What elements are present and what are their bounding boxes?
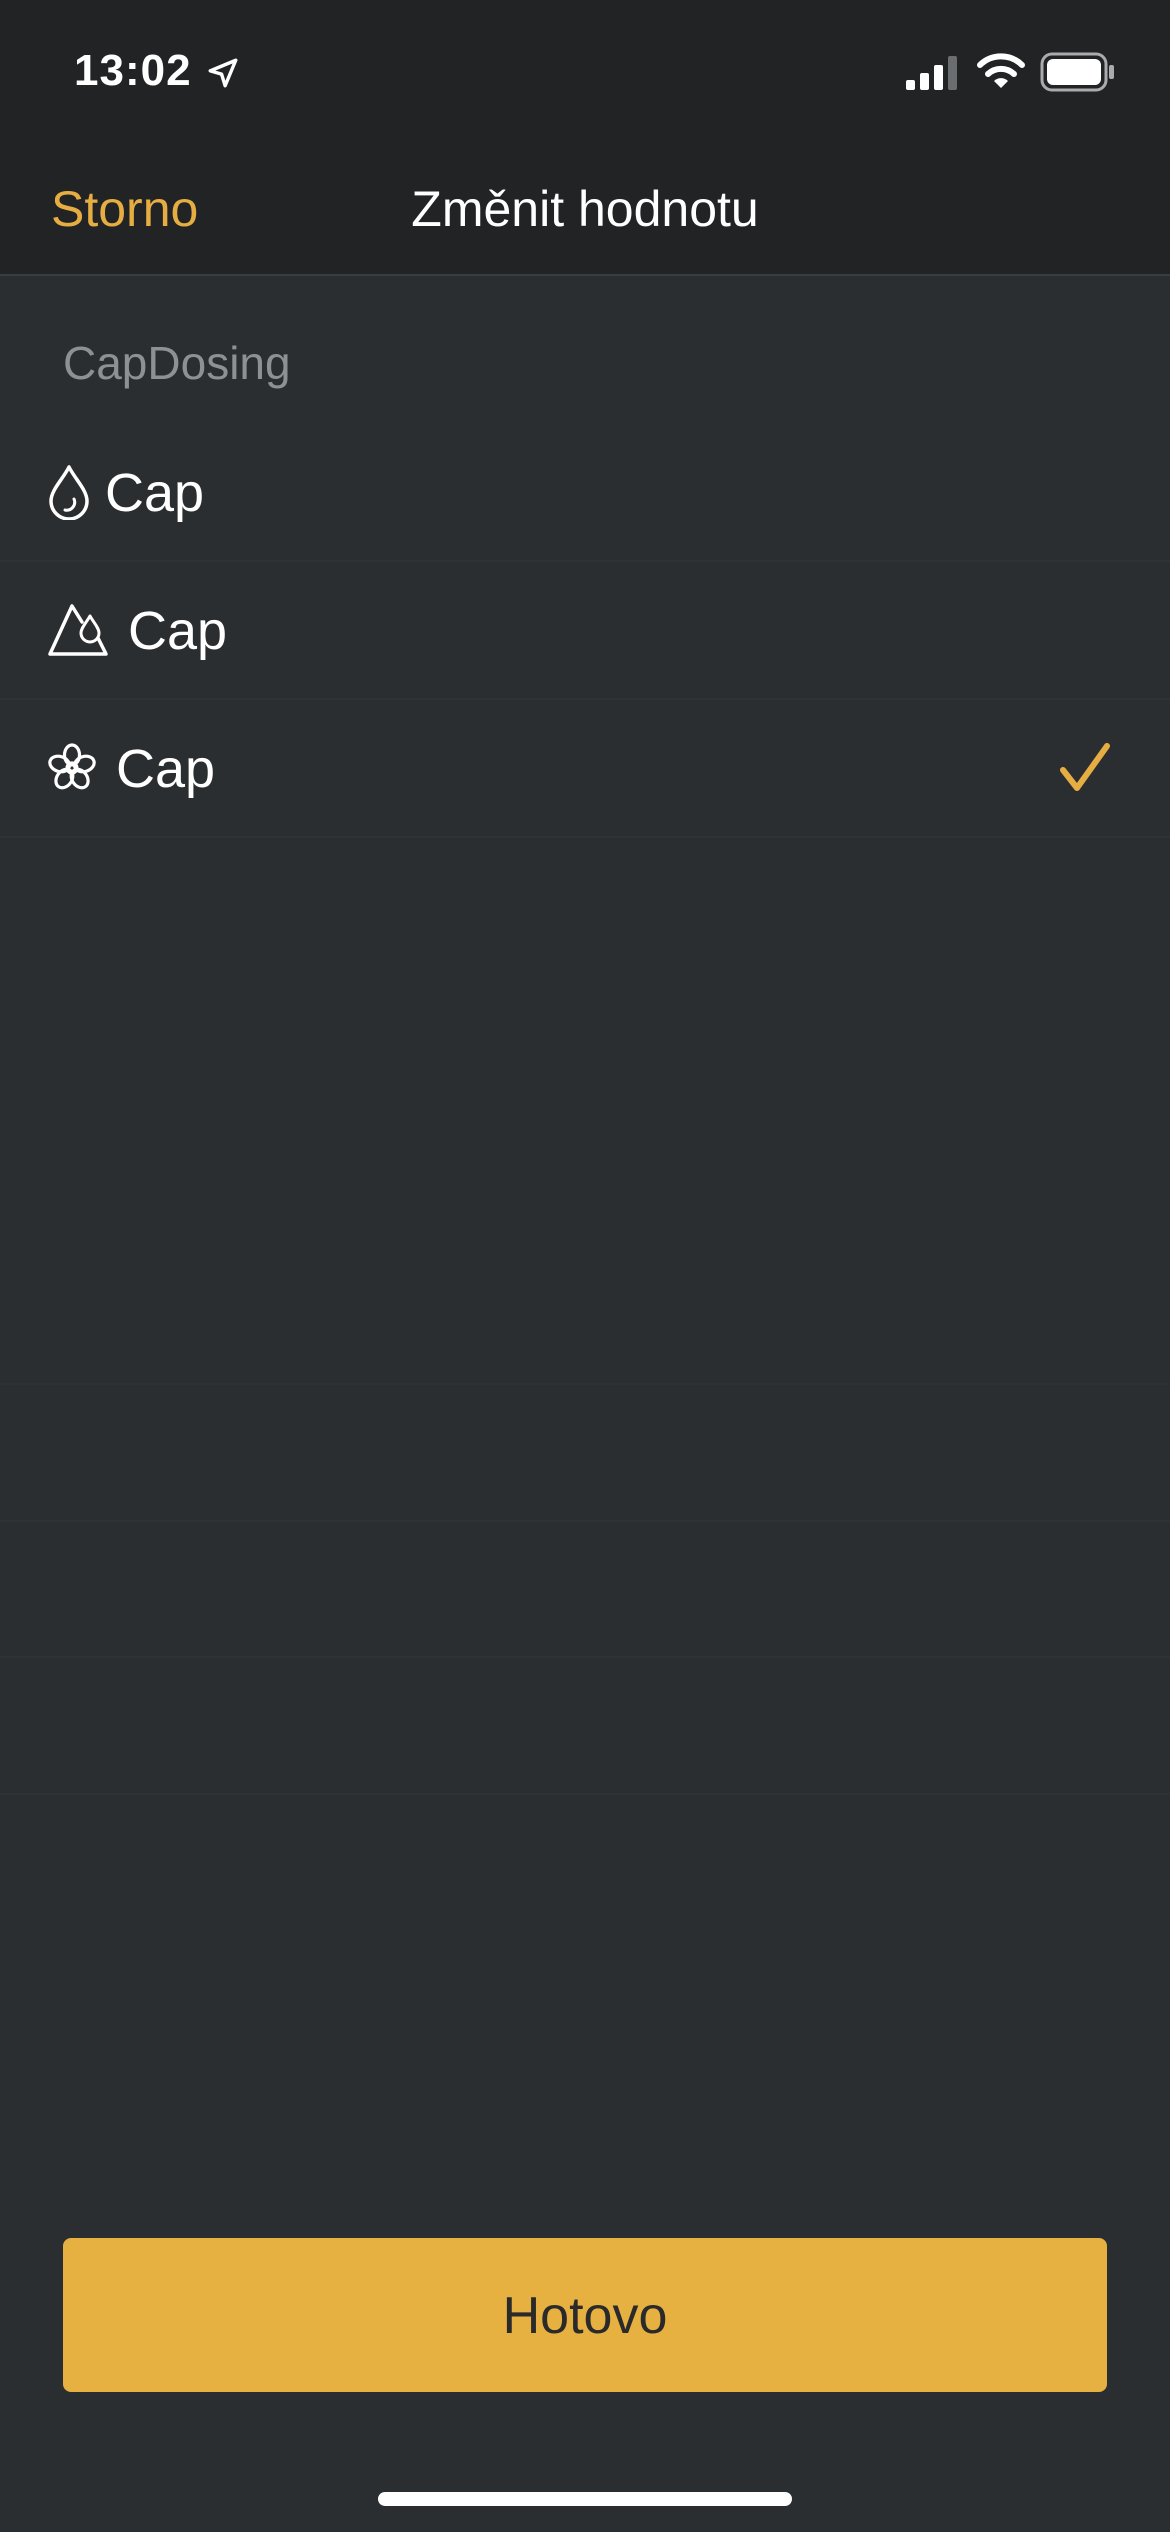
option-label: Cap [105,463,205,523]
wifi-icon [977,53,1025,88]
done-button[interactable]: Hotovo [63,2238,1107,2392]
section-header: CapDosing [63,337,291,389]
divider [0,1656,1170,1658]
checkmark-icon [1060,743,1110,791]
page-title: Změnit hodnotu [411,181,759,237]
cellular-signal-icon [906,56,957,90]
divider [0,1383,1170,1385]
option-label: Cap [128,601,228,661]
divider [0,1793,1170,1795]
option-label: Cap [116,739,216,799]
location-arrow-icon [208,58,238,88]
divider [0,1520,1170,1522]
done-button-label: Hotovo [502,2287,668,2345]
option-row-mountain-droplet[interactable]: Cap [0,562,1170,700]
status-time: 13:02 [74,46,192,95]
option-row-droplet[interactable]: Cap [0,424,1170,562]
option-row-flower[interactable]: Cap [0,700,1170,838]
battery-icon [1040,52,1114,92]
flower-icon [48,743,96,790]
droplet-icon [49,465,89,520]
mountain-droplet-icon [48,604,108,656]
status-bar: 13:02 [0,0,1170,140]
home-indicator[interactable] [378,2492,792,2506]
navigation-bar: Storno Změnit hodnotu [0,140,1170,276]
